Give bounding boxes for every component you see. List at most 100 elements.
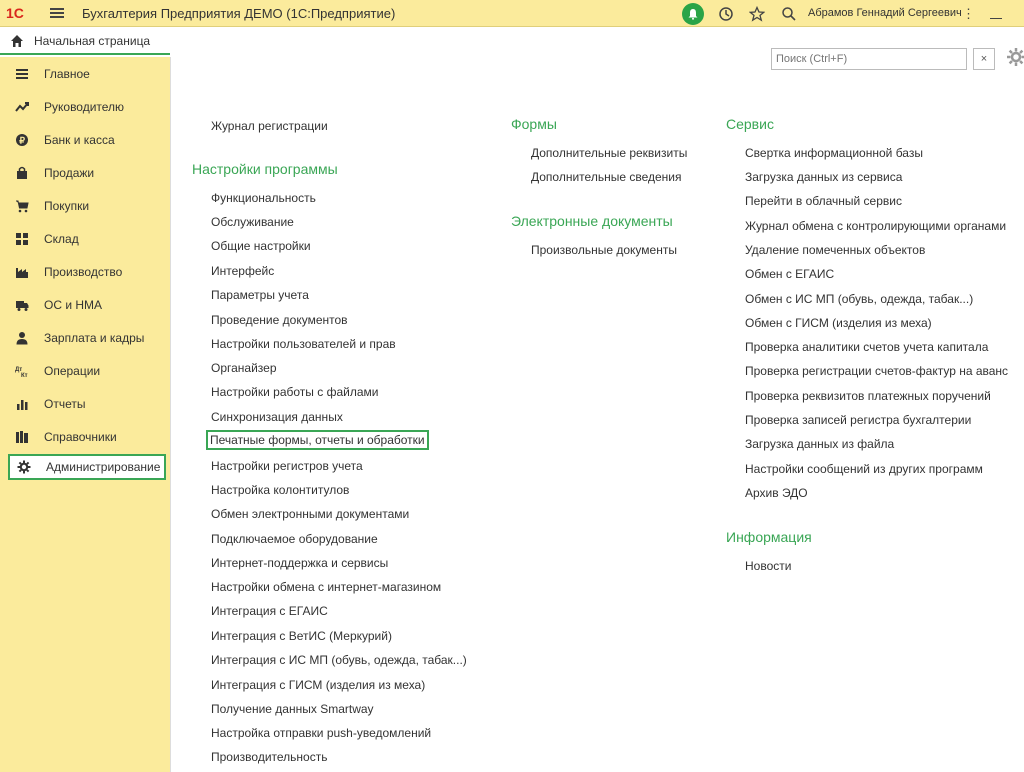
home-icon	[11, 35, 23, 47]
sidebar-item-purchases[interactable]: Покупки	[8, 193, 166, 219]
section-title-edocs: Электронные документы	[511, 213, 673, 229]
link-print-forms-highlighted[interactable]: Печатные формы, отчеты и обработки	[206, 430, 429, 450]
sidebar-item-label: Продажи	[44, 166, 95, 180]
link-settings-item[interactable]: Настройки пользователей и прав	[211, 337, 396, 351]
coin-icon: ₽	[14, 132, 30, 148]
more-menu-icon[interactable]: ⋮	[962, 6, 975, 22]
link-info-item[interactable]: Новости	[745, 559, 791, 573]
search-icon[interactable]	[778, 3, 800, 25]
link-settings-item[interactable]: Настройки работы с файлами	[211, 385, 378, 399]
link-service-item[interactable]: Загрузка данных из файла	[745, 437, 894, 451]
sidebar-item-label: Отчеты	[44, 397, 86, 411]
link-service-item[interactable]: Перейти в облачный сервис	[745, 194, 902, 208]
trend-icon	[14, 99, 30, 115]
dt-kt-icon: Дт Кт	[14, 363, 30, 379]
main-menu-icon[interactable]	[50, 6, 64, 20]
sidebar-item-production[interactable]: Производство	[8, 259, 166, 285]
link-service-item[interactable]: Настройки сообщений из других программ	[745, 462, 983, 476]
bag-icon	[14, 165, 30, 181]
sidebar-item-reports[interactable]: Отчеты	[8, 391, 166, 417]
link-service-item[interactable]: Загрузка данных из сервиса	[745, 170, 902, 184]
sidebar-item-label: Администрирование	[46, 460, 161, 474]
link-registration-log[interactable]: Журнал регистрации	[211, 119, 328, 133]
link-service-item[interactable]: Проверка реквизитов платежных поручений	[745, 389, 991, 403]
tab-home-label: Начальная страница	[34, 34, 151, 48]
person-icon	[14, 330, 30, 346]
tab-home[interactable]: Начальная страница	[0, 29, 170, 55]
sidebar-item-assets[interactable]: ОС и НМА	[8, 292, 166, 318]
link-settings-item[interactable]: Общие настройки	[211, 239, 311, 253]
link-settings-item[interactable]: Настройка колонтитулов	[211, 483, 349, 497]
sidebar-item-main[interactable]: Главное	[8, 61, 166, 87]
sidebar-item-label: Справочники	[44, 430, 117, 444]
link-settings-item[interactable]: Интеграция с ЕГАИС	[211, 604, 328, 618]
list-icon	[14, 66, 30, 82]
link-settings-item[interactable]: Настройки регистров учета	[211, 459, 363, 473]
sidebar-item-directories[interactable]: Справочники	[8, 424, 166, 450]
sidebar-item-sales[interactable]: Продажи	[8, 160, 166, 186]
svg-text:Кт: Кт	[21, 373, 28, 378]
sidebar: Главное Руководителю ₽ Банк и касса Прод…	[0, 57, 171, 772]
cart-icon	[14, 198, 30, 214]
link-settings-item[interactable]: Настройка отправки push-уведомлений	[211, 726, 431, 740]
books-icon	[14, 429, 30, 445]
link-service-item[interactable]: Обмен с ГИСМ (изделия из меха)	[745, 316, 932, 330]
link-settings-item[interactable]: Интеграция с ИС МП (обувь, одежда, табак…	[211, 653, 467, 667]
link-settings-item[interactable]: Интерфейс	[211, 264, 274, 278]
link-service-item[interactable]: Обмен с ЕГАИС	[745, 267, 834, 281]
link-settings-item[interactable]: Настройки обмена с интернет-магазином	[211, 580, 441, 594]
link-service-item[interactable]: Архив ЭДО	[745, 486, 808, 500]
bell-icon[interactable]	[682, 3, 704, 25]
grid-icon	[14, 231, 30, 247]
link-settings-item[interactable]: Органайзер	[211, 361, 277, 375]
link-settings-item[interactable]: Синхронизация данных	[211, 410, 343, 424]
factory-icon	[14, 264, 30, 280]
link-settings-item[interactable]: Производительность	[211, 750, 327, 764]
link-settings-item[interactable]: Функциональность	[211, 191, 316, 205]
section-title-settings: Настройки программы	[192, 161, 338, 177]
sidebar-item-label: Операции	[44, 364, 101, 378]
svg-text:₽: ₽	[19, 136, 25, 146]
link-forms-item[interactable]: Дополнительные сведения	[531, 170, 681, 184]
sidebar-item-operations[interactable]: Дт Кт Операции	[8, 358, 166, 384]
sidebar-item-label: ОС и НМА	[44, 298, 103, 312]
link-settings-item[interactable]: Интеграция с ВетИС (Меркурий)	[211, 629, 392, 643]
link-edocs-item[interactable]: Произвольные документы	[531, 243, 677, 257]
link-service-item[interactable]: Проверка записей регистра бухгалтерии	[745, 413, 971, 427]
link-forms-item[interactable]: Дополнительные реквизиты	[531, 146, 687, 160]
link-settings-item[interactable]: Подключаемое оборудование	[211, 532, 378, 546]
link-settings-item[interactable]: Получение данных Smartway	[211, 702, 374, 716]
star-icon[interactable]	[746, 3, 768, 25]
sidebar-item-bank[interactable]: ₽ Банк и касса	[8, 127, 166, 153]
search-box[interactable]	[771, 48, 967, 70]
link-settings-item[interactable]: Интеграция с ГИСМ (изделия из меха)	[211, 678, 425, 692]
link-settings-item[interactable]: Обслуживание	[211, 215, 294, 229]
sidebar-item-salary[interactable]: Зарплата и кадры	[8, 325, 166, 351]
sidebar-item-director[interactable]: Руководителю	[8, 94, 166, 120]
truck-icon	[14, 297, 30, 313]
link-service-item[interactable]: Журнал обмена с контролирующими органами	[745, 219, 1006, 233]
sidebar-item-administration[interactable]: Администрирование	[8, 454, 166, 480]
link-settings-item[interactable]: Обмен электронными документами	[211, 507, 409, 521]
search-input[interactable]	[772, 49, 942, 69]
settings-gear-icon[interactable]	[1006, 47, 1024, 67]
section-title-forms: Формы	[511, 116, 557, 132]
link-settings-item[interactable]: Проведение документов	[211, 313, 348, 327]
logo-text: 1С	[6, 5, 24, 21]
link-service-item[interactable]: Удаление помеченных объектов	[745, 243, 925, 257]
link-service-item[interactable]: Проверка аналитики счетов учета капитала	[745, 340, 988, 354]
sidebar-item-label: Покупки	[44, 199, 90, 213]
minimize-icon[interactable]	[990, 5, 1002, 19]
search-clear-button[interactable]: ×	[973, 48, 995, 70]
link-service-item[interactable]: Проверка регистрации счетов-фактур на ав…	[745, 364, 1008, 378]
history-icon[interactable]	[715, 3, 737, 25]
link-settings-item[interactable]: Интернет-поддержка и сервисы	[211, 556, 388, 570]
link-settings-item[interactable]: Параметры учета	[211, 288, 309, 302]
bar-chart-icon	[14, 396, 30, 412]
link-service-item[interactable]: Обмен с ИС МП (обувь, одежда, табак...)	[745, 292, 973, 306]
main-panel: × Журнал регистрации Настройки программы…	[172, 30, 1024, 772]
app-title: Бухгалтерия Предприятия ДЕМО (1С:Предпри…	[82, 6, 396, 21]
sidebar-item-warehouse[interactable]: Склад	[8, 226, 166, 252]
user-name[interactable]: Абрамов Геннадий Сергеевич	[808, 7, 962, 19]
link-service-item[interactable]: Свертка информационной базы	[745, 146, 923, 160]
